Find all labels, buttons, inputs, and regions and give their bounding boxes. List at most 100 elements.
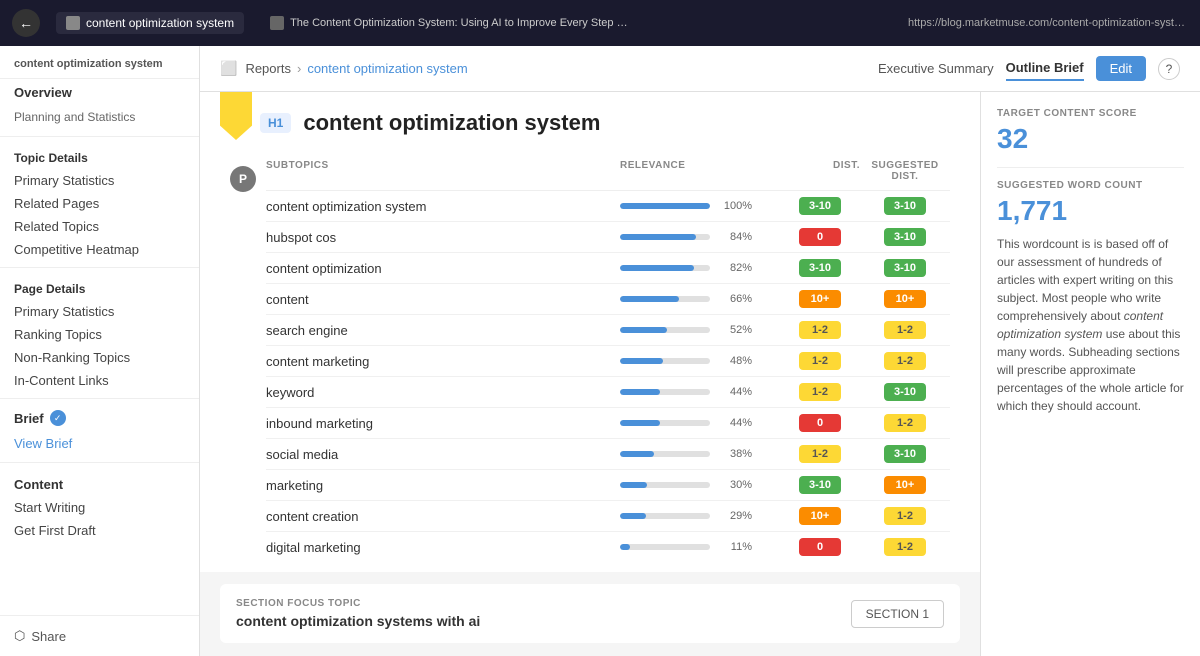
sidebar-item-get-draft[interactable]: Get First Draft — [0, 519, 199, 542]
back-button[interactable]: ← — [12, 9, 40, 37]
topic-name: inbound marketing — [266, 416, 620, 431]
sugg-cell: 10+ — [860, 476, 950, 494]
bar-background — [620, 451, 710, 457]
sidebar-item-page-primary[interactable]: Primary Statistics — [0, 300, 199, 323]
breadcrumb-reports[interactable]: Reports — [245, 61, 291, 76]
sugg-badge: 3-10 — [884, 445, 926, 463]
breadcrumb: Reports › content optimization system — [245, 61, 467, 76]
h1-row: H1 content optimization system — [260, 110, 950, 136]
table-row: hubspot cos 84% 0 3-10 — [266, 222, 950, 253]
sidebar-item-start-writing[interactable]: Start Writing — [0, 496, 199, 519]
col-suggested: SUGGESTED DIST. — [860, 160, 950, 182]
dist-cell: 0 — [780, 414, 860, 432]
bar-fill — [620, 358, 663, 364]
relevance-cell: 66% — [620, 293, 780, 305]
bar-background — [620, 234, 710, 240]
relevance-cell: 38% — [620, 448, 780, 460]
sidebar-item-related-pages[interactable]: Related Pages — [0, 192, 199, 215]
dist-cell: 3-10 — [780, 476, 860, 494]
table-row: content optimization system 100% 3-10 3-… — [266, 191, 950, 222]
sidebar-share[interactable]: ⬡ Share — [0, 615, 199, 656]
dist-badge: 10+ — [799, 507, 841, 525]
sidebar-brief-label: Brief — [14, 411, 44, 426]
pct-label: 44% — [716, 417, 752, 429]
sugg-badge: 10+ — [884, 476, 926, 494]
sidebar-item-competitive[interactable]: Competitive Heatmap — [0, 238, 199, 261]
tab1-label: content optimization system — [86, 16, 234, 30]
content-area: H1 content optimization system P SUBTOPI — [200, 92, 1200, 656]
pct-label: 66% — [716, 293, 752, 305]
table-row: search engine 52% 1-2 1-2 — [266, 315, 950, 346]
table-row: social media 38% 1-2 3-10 — [266, 439, 950, 470]
sugg-cell: 1-2 — [860, 352, 950, 370]
breadcrumb-current: content optimization system — [307, 61, 467, 76]
bar-fill — [620, 420, 660, 426]
article-title: content optimization system — [303, 110, 600, 136]
dist-cell: 10+ — [780, 507, 860, 525]
sidebar-item-related-topics[interactable]: Related Topics — [0, 215, 199, 238]
topic-name: hubspot cos — [266, 230, 620, 245]
section-focus: SECTION FOCUS TOPIC content optimization… — [220, 584, 960, 643]
sidebar-item-planning[interactable]: Planning and Statistics — [0, 106, 199, 130]
pct-label: 44% — [716, 386, 752, 398]
dist-cell: 10+ — [780, 290, 860, 308]
dist-cell: 3-10 — [780, 259, 860, 277]
pct-label: 84% — [716, 231, 752, 243]
sidebar-item-primary-stats[interactable]: Primary Statistics — [0, 169, 199, 192]
sidebar-view-brief[interactable]: View Brief — [0, 431, 199, 456]
sidebar-item-non-ranking[interactable]: Non-Ranking Topics — [0, 346, 199, 369]
table-row: content creation 29% 10+ 1-2 — [266, 501, 950, 532]
sidebar-item-in-content[interactable]: In-Content Links — [0, 369, 199, 392]
tab1[interactable]: content optimization system — [56, 12, 244, 34]
relevance-cell: 29% — [620, 510, 780, 522]
table-row: digital marketing 11% 0 1-2 — [266, 532, 950, 562]
p-badge-container: P — [230, 166, 256, 192]
sugg-cell: 3-10 — [860, 228, 950, 246]
toolbar: ⬜ Reports › content optimization system … — [200, 46, 1200, 92]
tab-outline-brief[interactable]: Outline Brief — [1006, 56, 1084, 81]
sidebar-item-ranking-topics[interactable]: Ranking Topics — [0, 323, 199, 346]
sugg-cell: 1-2 — [860, 414, 950, 432]
sugg-cell: 3-10 — [860, 383, 950, 401]
dist-badge: 0 — [799, 538, 841, 556]
tab2[interactable]: The Content Optimization System: Using A… — [260, 12, 892, 34]
breadcrumb-separator: › — [297, 61, 301, 76]
pct-label: 48% — [716, 355, 752, 367]
tab1-icon — [66, 16, 80, 30]
relevance-cell: 44% — [620, 417, 780, 429]
pct-label: 29% — [716, 510, 752, 522]
topic-name: digital marketing — [266, 540, 620, 555]
word-count: 1,771 — [997, 195, 1184, 227]
topic-name: content optimization system — [266, 199, 620, 214]
relevance-cell: 82% — [620, 262, 780, 274]
table-row: inbound marketing 44% 0 1-2 — [266, 408, 950, 439]
main-panel: H1 content optimization system P SUBTOPI — [200, 92, 980, 656]
dist-badge: 1-2 — [799, 352, 841, 370]
target-score-label: TARGET CONTENT SCORE — [997, 108, 1184, 119]
section-button[interactable]: SECTION 1 — [851, 600, 944, 628]
bar-fill — [620, 513, 646, 519]
col-dist: DIST. — [780, 160, 860, 182]
sidebar-item-overview[interactable]: Overview — [0, 79, 199, 106]
sugg-badge: 1-2 — [884, 538, 926, 556]
pct-label: 11% — [716, 541, 752, 553]
sugg-badge: 3-10 — [884, 383, 926, 401]
tab2-label: The Content Optimization System: Using A… — [290, 17, 630, 29]
sugg-cell: 3-10 — [860, 197, 950, 215]
bar-fill — [620, 389, 660, 395]
relevance-cell: 30% — [620, 479, 780, 491]
dist-badge: 3-10 — [799, 197, 841, 215]
col-subtopics: SUBTOPICS — [266, 160, 620, 182]
pct-label: 100% — [716, 200, 752, 212]
sidebar-logo: content optimization system — [0, 46, 199, 79]
pct-label: 30% — [716, 479, 752, 491]
bar-background — [620, 513, 710, 519]
bar-fill — [620, 265, 694, 271]
article-block: H1 content optimization system P SUBTOPI — [200, 92, 980, 572]
edit-button[interactable]: Edit — [1096, 56, 1146, 81]
help-button[interactable]: ? — [1158, 58, 1180, 80]
relevance-cell: 52% — [620, 324, 780, 336]
tab-executive-summary[interactable]: Executive Summary — [878, 57, 994, 80]
rp-divider1 — [997, 167, 1184, 168]
bar-background — [620, 482, 710, 488]
